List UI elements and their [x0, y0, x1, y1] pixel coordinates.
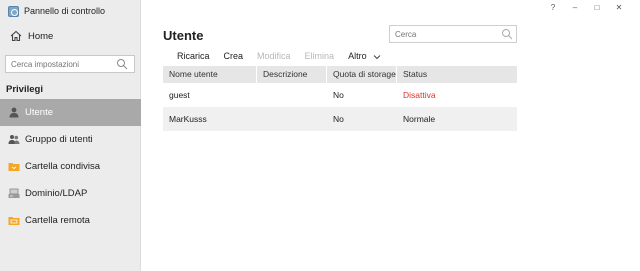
cell-username: guest: [169, 90, 190, 100]
settings-search-box: [5, 55, 135, 73]
cell-storage-quota: No: [333, 114, 344, 124]
sidebar-item-remote-folder[interactable]: Cartella remota: [0, 207, 141, 234]
app-title: Pannello di controllo: [24, 6, 106, 16]
users-table: Nome utente Descrizione Quota di storage…: [163, 66, 517, 131]
column-header-storage-quota[interactable]: Quota di storage: [327, 66, 397, 83]
main-panel: Utente Ricarica Crea Modifica Elimina Al…: [141, 0, 640, 271]
sidebar-item-label: Gruppo di utenti: [25, 134, 93, 145]
column-header-description[interactable]: Descrizione: [257, 66, 327, 83]
home-nav-item[interactable]: Home: [0, 24, 140, 48]
search-icon[interactable]: [116, 58, 128, 70]
search-icon[interactable]: [501, 28, 513, 40]
domain-server-icon: [8, 188, 20, 198]
table-row[interactable]: MarKusss No Normale: [163, 107, 517, 131]
more-dropdown[interactable]: Altro: [348, 51, 381, 61]
table-header: Nome utente Descrizione Quota di storage…: [163, 66, 517, 83]
sidebar-item-shared-folder[interactable]: Cartella condivisa: [0, 153, 141, 180]
chevron-down-icon: [373, 54, 381, 59]
sidebar-item-domain-ldap[interactable]: Dominio/LDAP: [0, 180, 141, 207]
section-title-privileges: Privilegi: [6, 84, 43, 95]
cell-username: MarKusss: [169, 114, 207, 124]
toolbar: Ricarica Crea Modifica Elimina Altro: [177, 51, 395, 61]
sidebar-item-label: Cartella condivisa: [25, 161, 100, 172]
home-label: Home: [28, 30, 54, 42]
settings-search-input[interactable]: [6, 59, 114, 69]
cell-status: Disattiva: [403, 90, 436, 100]
user-search-box: [389, 25, 517, 43]
reload-button[interactable]: Ricarica: [177, 51, 210, 61]
more-label: Altro: [348, 51, 367, 61]
user-icon: [9, 107, 19, 118]
sidebar-item-label: Utente: [25, 107, 53, 118]
table-row[interactable]: guest No Disattiva: [163, 83, 517, 107]
page-title: Utente: [163, 28, 204, 43]
sidebar-item-user[interactable]: Utente: [0, 99, 141, 126]
cell-storage-quota: No: [333, 90, 344, 100]
sidebar-item-user-group[interactable]: Gruppo di utenti: [0, 126, 141, 153]
column-header-status[interactable]: Status: [397, 66, 517, 83]
control-panel-icon: [8, 5, 19, 17]
column-header-username[interactable]: Nome utente: [163, 66, 257, 83]
home-icon: [10, 30, 22, 42]
user-search-input[interactable]: [390, 29, 498, 39]
edit-button[interactable]: Modifica: [257, 51, 291, 61]
create-button[interactable]: Crea: [224, 51, 244, 61]
sidebar-item-label: Dominio/LDAP: [25, 188, 88, 199]
user-group-icon: [8, 135, 20, 144]
delete-button[interactable]: Elimina: [305, 51, 335, 61]
sidebar-item-label: Cartella remota: [25, 215, 90, 226]
remote-folder-icon: [8, 217, 20, 225]
app-title-bar: Pannello di controllo: [0, 0, 140, 22]
sidebar-nav: Utente Gruppo di utenti Cartella condivi…: [0, 99, 141, 234]
cell-status: Normale: [403, 114, 436, 124]
shared-folder-icon: [8, 163, 20, 171]
sidebar: Pannello di controllo Home Privilegi Ute…: [0, 0, 141, 271]
